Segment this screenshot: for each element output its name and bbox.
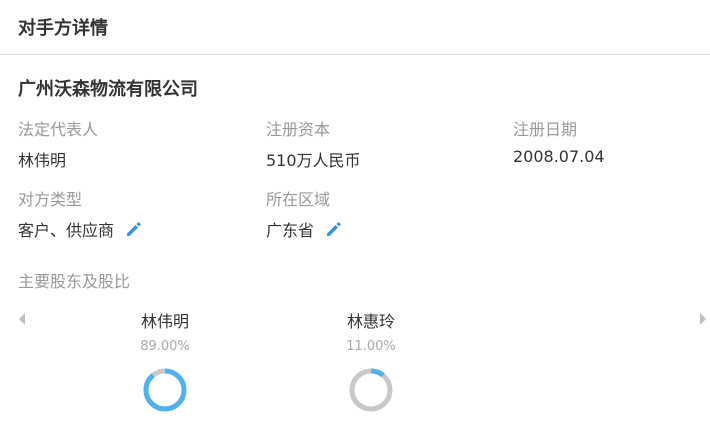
party-type-value: 客户、供应商 <box>18 217 144 241</box>
shareholder-ring-chart <box>349 368 393 412</box>
reg-date-label: 注册日期 <box>513 120 578 139</box>
edit-party-type-pencil-icon[interactable] <box>124 219 144 239</box>
shareholders-label: 主要股东及股比 <box>18 272 131 291</box>
legal-rep-text: 林伟明 <box>18 151 67 170</box>
shareholder-name: 林伟明 <box>140 312 189 331</box>
region-label: 所在区域 <box>266 190 331 209</box>
shareholder-name: 林惠玲 <box>346 312 395 331</box>
company-name: 广州沃森物流有限公司 <box>18 79 198 100</box>
reg-date-value: 2008.07.04 <box>513 147 605 166</box>
shareholder-ring-chart <box>143 368 187 412</box>
carousel-prev-arrow-left-icon[interactable] <box>17 311 27 325</box>
legal-rep-value: 林伟明 <box>18 147 66 171</box>
shareholder-card: 林伟明 89.00% <box>110 308 220 414</box>
capital-value: 510万人民币 <box>266 147 361 171</box>
region-value: 广东省 <box>266 217 344 241</box>
ring-track <box>349 368 393 412</box>
ring-arc <box>143 368 187 412</box>
reg-date-text: 2008.07.04 <box>513 147 605 166</box>
page-header: 对手方详情 <box>0 0 710 55</box>
party-type-text: 客户、供应商 <box>18 221 115 240</box>
page-title: 对手方详情 <box>18 18 108 39</box>
party-type-label: 对方类型 <box>18 190 83 209</box>
region-text: 广东省 <box>266 221 315 240</box>
edit-region-pencil-icon[interactable] <box>324 219 344 239</box>
carousel-next-arrow-right-icon[interactable] <box>698 311 708 325</box>
capital-label: 注册资本 <box>266 120 331 139</box>
shareholder-percent: 11.00% <box>346 339 396 354</box>
shareholder-card: 林惠玲 11.00% <box>316 308 426 414</box>
capital-text: 510万人民币 <box>266 151 361 170</box>
legal-rep-label: 法定代表人 <box>18 120 99 139</box>
shareholder-percent: 89.00% <box>140 339 190 354</box>
